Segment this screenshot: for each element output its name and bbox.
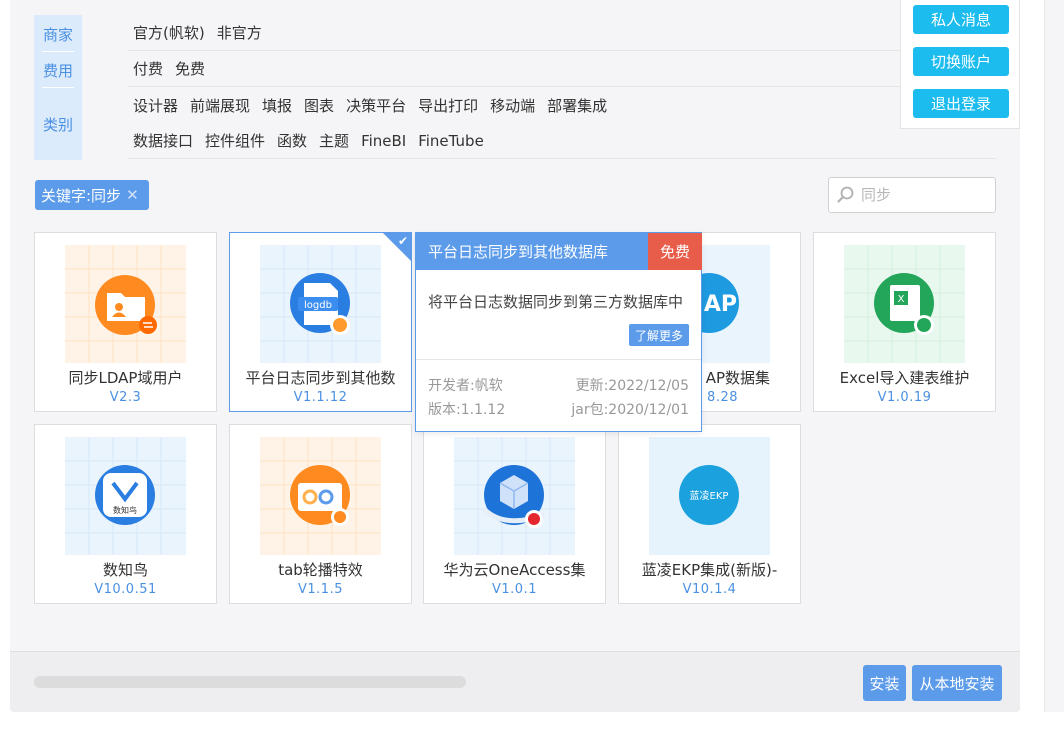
- plugin-name: 华为云OneAccess集: [443, 561, 586, 579]
- plugin-version: V1.0.1: [492, 582, 537, 597]
- filter-option-frontend[interactable]: 前端展现: [190, 95, 250, 116]
- excel-icon: X: [844, 245, 965, 363]
- plugin-card-ldap-sync[interactable]: 同步LDAP域用户 V2.3: [34, 232, 217, 412]
- filter-option-function[interactable]: 函数: [277, 130, 307, 151]
- filter-option-finebi[interactable]: FineBI: [361, 132, 406, 150]
- popup-title: 平台日志同步到其他数据库: [416, 233, 648, 270]
- ekp-icon: 蓝凌EKP: [649, 437, 770, 555]
- keyword-tag-label: 关键字:同步: [41, 186, 122, 205]
- ldap-icon-label: AP: [704, 292, 737, 317]
- plugin-version: V1.0.19: [877, 390, 932, 405]
- filter-row-fee: 付费 免费: [128, 51, 996, 87]
- close-icon[interactable]: ✕: [126, 186, 139, 204]
- check-icon: ✔: [397, 234, 408, 248]
- filter-option-official[interactable]: 官方(帆软): [133, 22, 205, 43]
- install-button[interactable]: 安装: [863, 665, 906, 701]
- filter-option-paid[interactable]: 付费: [133, 58, 163, 79]
- folder-user-icon: [65, 245, 186, 363]
- plugin-name: tab轮播特效: [278, 561, 363, 579]
- logdb-icon-label: logdb: [304, 300, 332, 311]
- popup-version: 版本:1.1.12: [428, 402, 506, 418]
- install-local-button[interactable]: 从本地安装: [912, 665, 1002, 701]
- plugin-card-excel-import[interactable]: X Excel导入建表维护 V1.0.19: [813, 232, 996, 412]
- bottom-action-bar: 安装 从本地安装: [10, 651, 1020, 712]
- keyword-tag: 关键字:同步 ✕: [35, 180, 149, 210]
- learn-more-button[interactable]: 了解更多: [629, 324, 689, 346]
- popup-description: 将平台日志数据同步到第三方数据库中: [428, 293, 684, 311]
- plugin-detail-popup: 平台日志同步到其他数据库 免费 将平台日志数据同步到第三方数据库中 了解更多 开…: [415, 232, 702, 432]
- logout-button[interactable]: 退出登录: [913, 89, 1009, 118]
- filter-option-decision-platform[interactable]: 决策平台: [346, 95, 406, 116]
- filter-label-fee: 费用: [42, 62, 73, 80]
- plugin-card-shuzhiniao[interactable]: 数知鸟 数知鸟 V10.0.51: [34, 424, 217, 604]
- plugin-version: V1.1.12: [293, 390, 348, 405]
- plugin-name: Excel导入建表维护: [839, 369, 970, 387]
- plugin-name: 同步LDAP域用户: [68, 369, 183, 387]
- search-box: [828, 177, 996, 213]
- filter-option-free[interactable]: 免费: [175, 58, 205, 79]
- private-messages-button[interactable]: 私人消息: [913, 5, 1009, 34]
- filter-option-mobile[interactable]: 移动端: [490, 95, 535, 116]
- filter-label-vendor: 商家: [42, 26, 73, 44]
- user-menu-dropdown: 私人消息 切换账户 退出登录: [900, 0, 1020, 129]
- ekp-icon-label: 蓝凌EKP: [690, 489, 729, 502]
- logdb-icon: logdb: [260, 245, 381, 363]
- plugin-name: 数知鸟: [102, 561, 148, 579]
- plugin-card-log-sync[interactable]: logdb ✔ 平台日志同步到其他数 V1.1.12: [229, 232, 412, 412]
- filter-option-finetube[interactable]: FineTube: [418, 132, 484, 150]
- filter-option-data-interface[interactable]: 数据接口: [133, 130, 193, 151]
- plugin-name: 平台日志同步到其他数: [245, 369, 396, 387]
- plugin-card-tab-carousel[interactable]: tab轮播特效 V1.1.5: [229, 424, 412, 604]
- filter-option-chart[interactable]: 图表: [304, 95, 334, 116]
- filter-option-widget[interactable]: 控件组件: [205, 130, 265, 151]
- horizontal-scrollbar[interactable]: [34, 676, 466, 688]
- excel-icon-label: X: [898, 294, 905, 305]
- filter-option-fill[interactable]: 填报: [262, 95, 292, 116]
- tab-carousel-icon: [260, 437, 381, 555]
- filter-row-vendor: 官方(帆软) 非官方: [128, 15, 996, 51]
- popup-jar-date: jar包:2020/12/01: [571, 402, 689, 418]
- plugin-version: V10.1.4: [682, 582, 737, 597]
- filter-option-export-print[interactable]: 导出打印: [418, 95, 478, 116]
- switch-account-button[interactable]: 切换账户: [913, 47, 1009, 76]
- plugin-name: 蓝凌EKP集成(新版)-: [641, 561, 778, 579]
- popup-developer: 开发者:帆软: [428, 378, 503, 394]
- filter-labels-column: 商家 费用 类别: [34, 15, 82, 160]
- filter-label-divider: [42, 51, 74, 52]
- huawei-cloud-icon: [454, 437, 575, 555]
- filter-option-deploy[interactable]: 部署集成: [547, 95, 607, 116]
- shuzhiniao-icon-label: 数知鸟: [113, 505, 137, 515]
- filter-label-divider: [42, 87, 74, 88]
- popup-updated: 更新:2022/12/05: [575, 378, 689, 394]
- shuzhiniao-icon: 数知鸟: [65, 437, 186, 555]
- plugin-version: V10.0.51: [94, 582, 157, 597]
- plugin-version: V2.3: [109, 390, 142, 405]
- filter-option-designer[interactable]: 设计器: [133, 95, 178, 116]
- search-icon: [837, 186, 854, 203]
- adjacent-panel-edge: [1044, 0, 1064, 712]
- plugin-card-huawei-oneaccess[interactable]: 华为云OneAccess集 V1.0.1: [423, 424, 606, 604]
- filter-row-category-2: 数据接口 控件组件 函数 主题 FineBI FineTube: [128, 123, 996, 159]
- filter-option-unofficial[interactable]: 非官方: [217, 22, 262, 43]
- search-input[interactable]: [861, 186, 981, 204]
- popup-divider: [416, 359, 701, 360]
- free-badge: 免费: [648, 233, 702, 270]
- plugin-version: V1.1.5: [298, 582, 343, 597]
- filter-option-theme[interactable]: 主题: [319, 130, 349, 151]
- filter-label-category: 类别: [42, 116, 73, 134]
- filter-row-category-1: 设计器 前端展现 填报 图表 决策平台 导出打印 移动端 部署集成: [128, 87, 996, 123]
- plugin-card-lanling-ekp[interactable]: 蓝凌EKP 蓝凌EKP集成(新版)- V10.1.4: [618, 424, 801, 604]
